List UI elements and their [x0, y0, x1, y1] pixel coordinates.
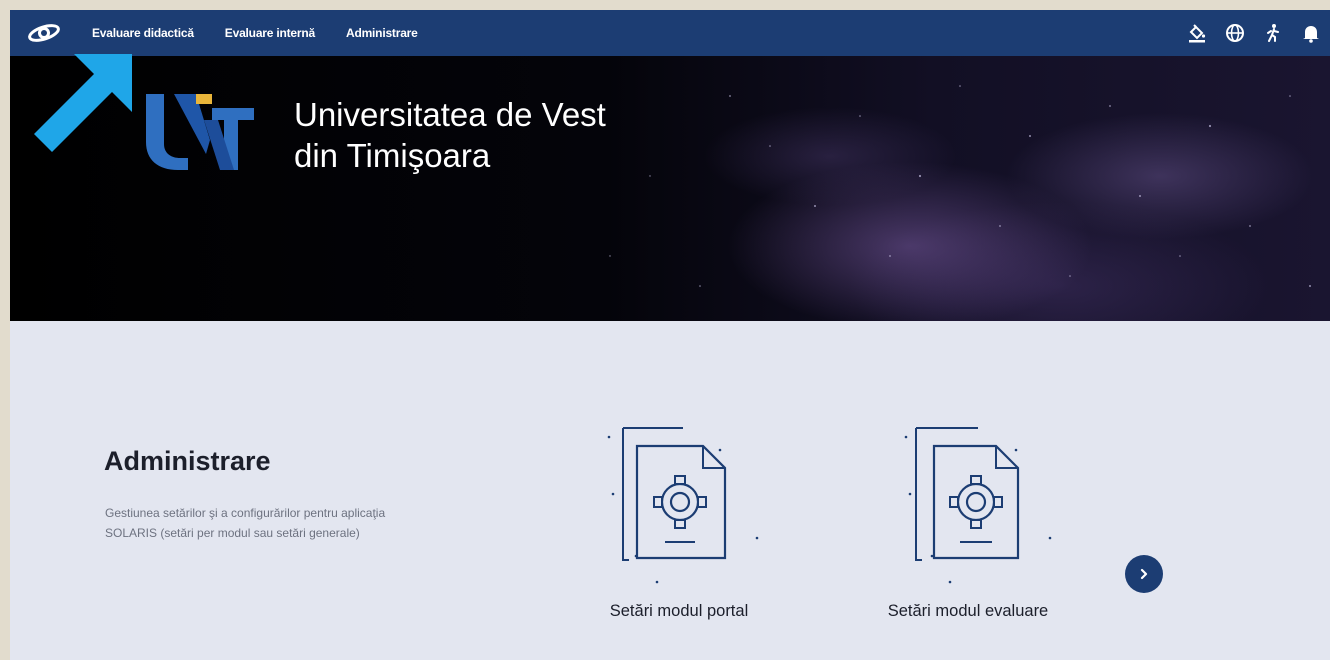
- chevron-right-icon: [1140, 568, 1148, 580]
- card-label: Setări modul evaluare: [887, 602, 1049, 620]
- section-title: Administrare: [104, 446, 271, 476]
- hero-banner: Universitatea de Vest din Timişoara: [10, 56, 1330, 321]
- nav-administrare[interactable]: Administrare: [346, 26, 418, 40]
- bell-icon[interactable]: [1300, 22, 1322, 44]
- nav-evaluare-didactica[interactable]: Evaluare didactică: [92, 26, 194, 40]
- card-setari-modul-portal[interactable]: Setări modul portal: [579, 420, 779, 621]
- paint-bucket-icon[interactable]: [1186, 22, 1208, 44]
- app-frame: Evaluare didactică Evaluare internă Admi…: [10, 10, 1330, 660]
- document-gear-icon: [607, 427, 759, 584]
- uvt-logo: [144, 92, 256, 172]
- university-name-line2: din Timişoara: [294, 137, 491, 174]
- pointer-arrow-icon: [32, 48, 152, 152]
- top-navbar: Evaluare didactică Evaluare internă Admi…: [10, 10, 1330, 56]
- card-label: Setări modul portal: [609, 602, 749, 620]
- nav-evaluare-interna[interactable]: Evaluare internă: [225, 26, 315, 40]
- document-gear-icon: [904, 427, 1052, 584]
- section-description: Gestiunea setărilor şi a configurărilor …: [105, 506, 386, 540]
- globe-icon[interactable]: [1224, 22, 1246, 44]
- card-setari-modul-evaluare[interactable]: Setări modul evaluare: [868, 420, 1068, 621]
- solaris-logo-icon[interactable]: [26, 20, 64, 46]
- nav-tools: [1170, 10, 1322, 56]
- carousel-next-button[interactable]: [1125, 555, 1163, 593]
- university-name: Universitatea de Vest din Timişoara: [294, 94, 606, 176]
- university-name-line1: Universitatea de Vest: [294, 96, 606, 133]
- accessibility-icon[interactable]: [1262, 22, 1284, 44]
